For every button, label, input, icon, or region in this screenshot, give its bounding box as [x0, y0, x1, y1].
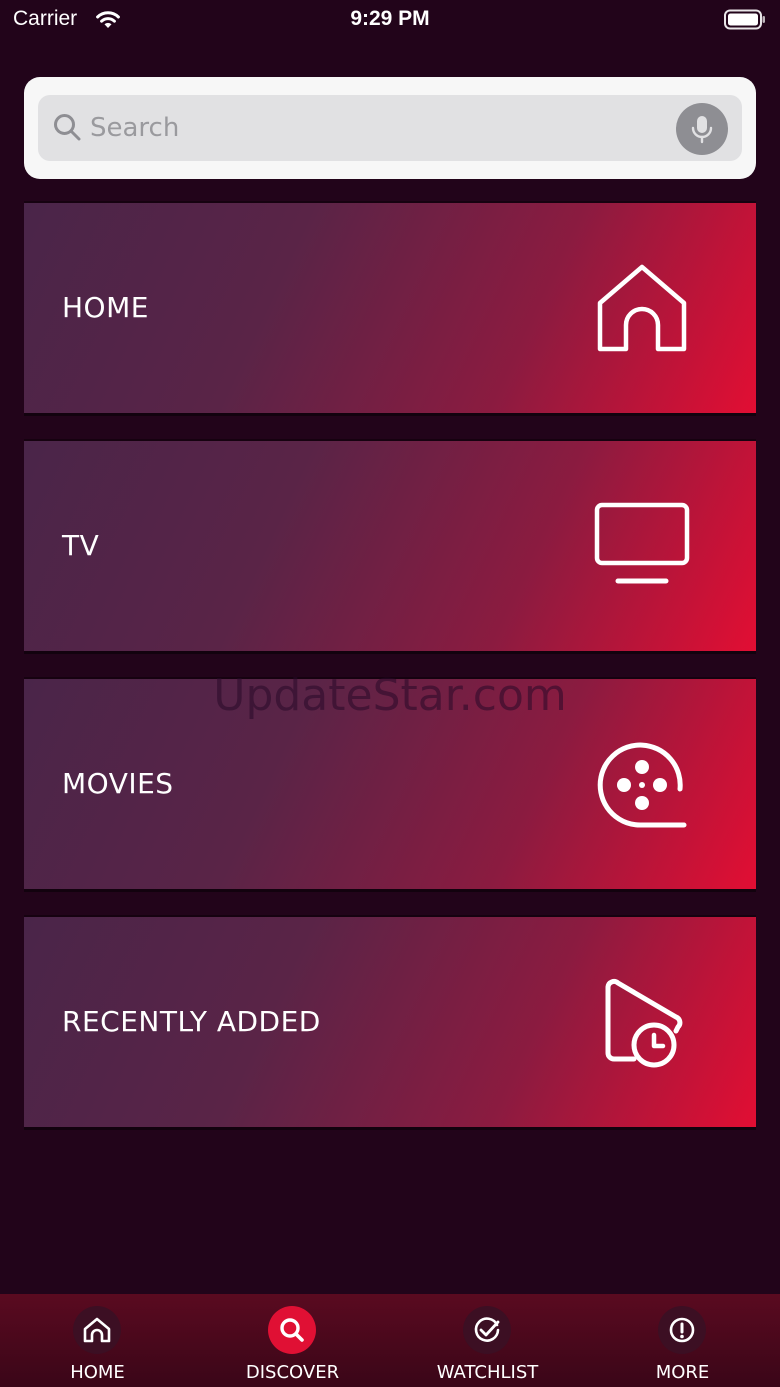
category-label: RECENTLY ADDED — [62, 1005, 321, 1038]
category-label: TV — [62, 529, 100, 562]
search-icon — [280, 1318, 304, 1342]
search-icon — [54, 114, 81, 141]
voice-search-button[interactable] — [676, 103, 728, 155]
tab-label: MORE — [655, 1362, 710, 1383]
tab-label: WATCHLIST — [436, 1362, 539, 1383]
discover-screen: Carrier 9:29 PM Search HOME TV MOVIES RE… — [0, 0, 780, 1387]
category-label: HOME — [62, 291, 149, 324]
tab-label: HOME — [70, 1362, 125, 1383]
tv-icon — [594, 502, 690, 584]
category-card-recently-added[interactable]: RECENTLY ADDED — [24, 917, 756, 1127]
microphone-icon — [691, 116, 713, 144]
search-field[interactable] — [38, 95, 742, 161]
house-icon — [83, 1317, 111, 1343]
category-card-movies[interactable]: MOVIES — [24, 679, 756, 889]
wifi-icon — [96, 11, 120, 28]
battery-icon — [724, 9, 765, 30]
folder-clock-icon — [605, 978, 683, 1068]
house-icon — [597, 264, 687, 352]
status-bar: Carrier 9:29 PM — [0, 0, 780, 42]
tab-watchlist[interactable]: WATCHLIST — [390, 1294, 585, 1387]
check-icon — [474, 1317, 500, 1342]
carrier-label: Carrier — [13, 7, 78, 30]
tab-more[interactable]: MORE — [585, 1294, 780, 1387]
category-card-tv[interactable]: TV — [24, 441, 756, 651]
tab-label: DISCOVER — [245, 1362, 340, 1383]
category-label: MOVIES — [62, 767, 174, 800]
search-input[interactable] — [90, 107, 670, 149]
info-icon — [669, 1317, 695, 1343]
search-container — [24, 77, 756, 179]
tab-discover[interactable]: DISCOVER — [195, 1294, 390, 1387]
tab-home[interactable]: HOME — [0, 1294, 195, 1387]
category-card-home[interactable]: HOME — [24, 203, 756, 413]
film-reel-icon — [597, 742, 687, 828]
tab-bar: HOME DISCOVER WATCHLIST MORE — [0, 1294, 780, 1387]
